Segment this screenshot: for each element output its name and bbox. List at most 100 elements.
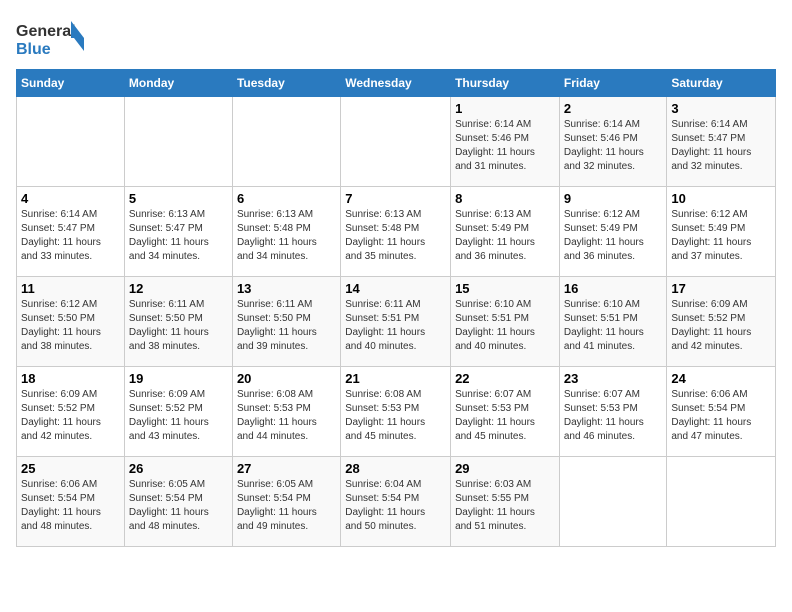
day-number: 23 xyxy=(564,371,663,386)
svg-text:General: General xyxy=(16,23,76,40)
day-number: 2 xyxy=(564,101,663,116)
calendar-cell: 21 Sunrise: 6:08 AMSunset: 5:53 PMDayligh… xyxy=(341,367,451,457)
col-header-saturday: Saturday xyxy=(667,70,776,97)
col-header-thursday: Thursday xyxy=(451,70,560,97)
day-number: 9 xyxy=(564,191,663,206)
calendar-week-3: 11Sunrise: 6:12 AMSunset: 5:50 PMDayligh… xyxy=(17,277,776,367)
calendar-cell: 4 Sunrise: 6:14 AMSunset: 5:47 PMDaylight… xyxy=(17,187,125,277)
calendar-cell xyxy=(17,97,125,187)
day-info: Sunrise: 6:14 AMSunset: 5:46 PMDaylight:… xyxy=(455,118,555,174)
calendar-cell: 13 Sunrise: 6:11 AMSunset: 5:50 PMDayligh… xyxy=(232,277,340,367)
col-header-tuesday: Tuesday xyxy=(232,70,340,97)
calendar-cell xyxy=(232,97,340,187)
day-info: Sunrise: 6:14 AMSunset: 5:47 PMDaylight:… xyxy=(21,208,120,264)
day-info: Sunrise: 6:12 AMSunset: 5:49 PMDaylight:… xyxy=(564,208,663,264)
day-info: Sunrise: 6:11 AMSunset: 5:50 PMDaylight:… xyxy=(237,298,336,354)
day-info: Sunrise: 6:09 AMSunset: 5:52 PMDaylight:… xyxy=(21,388,120,444)
day-number: 27 xyxy=(237,461,336,476)
calendar-week-1: 1 Sunrise: 6:14 AMSunset: 5:46 PMDaylight… xyxy=(17,97,776,187)
day-info: Sunrise: 6:13 AMSunset: 5:48 PMDaylight:… xyxy=(237,208,336,264)
logo-icon: GeneralBlue xyxy=(16,16,86,61)
calendar-week-2: 4 Sunrise: 6:14 AMSunset: 5:47 PMDaylight… xyxy=(17,187,776,277)
day-number: 4 xyxy=(21,191,120,206)
calendar-cell: 19 Sunrise: 6:09 AMSunset: 5:52 PMDayligh… xyxy=(124,367,232,457)
day-number: 10 xyxy=(671,191,771,206)
day-info: Sunrise: 6:11 AMSunset: 5:51 PMDaylight:… xyxy=(345,298,446,354)
day-info: Sunrise: 6:07 AMSunset: 5:53 PMDaylight:… xyxy=(564,388,663,444)
calendar-table: SundayMondayTuesdayWednesdayThursdayFrid… xyxy=(16,69,776,547)
day-number: 17 xyxy=(671,281,771,296)
calendar-cell: 23 Sunrise: 6:07 AMSunset: 5:53 PMDayligh… xyxy=(559,367,667,457)
calendar-cell: 10 Sunrise: 6:12 AMSunset: 5:49 PMDayligh… xyxy=(667,187,776,277)
calendar-cell xyxy=(124,97,232,187)
calendar-cell: 29 Sunrise: 6:03 AMSunset: 5:55 PMDayligh… xyxy=(451,457,560,547)
col-header-friday: Friday xyxy=(559,70,667,97)
day-number: 21 xyxy=(345,371,446,386)
day-info: Sunrise: 6:10 AMSunset: 5:51 PMDaylight:… xyxy=(455,298,555,354)
day-number: 5 xyxy=(129,191,228,206)
calendar-cell: 11Sunrise: 6:12 AMSunset: 5:50 PMDayligh… xyxy=(17,277,125,367)
day-info: Sunrise: 6:13 AMSunset: 5:48 PMDaylight:… xyxy=(345,208,446,264)
day-info: Sunrise: 6:05 AMSunset: 5:54 PMDaylight:… xyxy=(129,478,228,534)
day-info: Sunrise: 6:09 AMSunset: 5:52 PMDaylight:… xyxy=(129,388,228,444)
calendar-cell: 6 Sunrise: 6:13 AMSunset: 5:48 PMDaylight… xyxy=(232,187,340,277)
day-info: Sunrise: 6:03 AMSunset: 5:55 PMDaylight:… xyxy=(455,478,555,534)
calendar-cell: 12 Sunrise: 6:11 AMSunset: 5:50 PMDayligh… xyxy=(124,277,232,367)
day-info: Sunrise: 6:13 AMSunset: 5:49 PMDaylight:… xyxy=(455,208,555,264)
day-info: Sunrise: 6:14 AMSunset: 5:47 PMDaylight:… xyxy=(671,118,771,174)
calendar-cell: 8 Sunrise: 6:13 AMSunset: 5:49 PMDaylight… xyxy=(451,187,560,277)
day-info: Sunrise: 6:06 AMSunset: 5:54 PMDaylight:… xyxy=(671,388,771,444)
calendar-cell: 28 Sunrise: 6:04 AMSunset: 5:54 PMDayligh… xyxy=(341,457,451,547)
day-info: Sunrise: 6:07 AMSunset: 5:53 PMDaylight:… xyxy=(455,388,555,444)
col-header-wednesday: Wednesday xyxy=(341,70,451,97)
calendar-cell: 9 Sunrise: 6:12 AMSunset: 5:49 PMDaylight… xyxy=(559,187,667,277)
logo: GeneralBlue xyxy=(16,16,86,61)
day-info: Sunrise: 6:13 AMSunset: 5:47 PMDaylight:… xyxy=(129,208,228,264)
day-headers-row: SundayMondayTuesdayWednesdayThursdayFrid… xyxy=(17,70,776,97)
calendar-cell: 17 Sunrise: 6:09 AMSunset: 5:52 PMDayligh… xyxy=(667,277,776,367)
calendar-cell: 1 Sunrise: 6:14 AMSunset: 5:46 PMDaylight… xyxy=(451,97,560,187)
day-info: Sunrise: 6:10 AMSunset: 5:51 PMDaylight:… xyxy=(564,298,663,354)
day-number: 20 xyxy=(237,371,336,386)
calendar-cell: 27Sunrise: 6:05 AMSunset: 5:54 PMDayligh… xyxy=(232,457,340,547)
day-info: Sunrise: 6:12 AMSunset: 5:49 PMDaylight:… xyxy=(671,208,771,264)
day-info: Sunrise: 6:08 AMSunset: 5:53 PMDaylight:… xyxy=(345,388,446,444)
calendar-cell xyxy=(559,457,667,547)
day-number: 15 xyxy=(455,281,555,296)
day-info: Sunrise: 6:14 AMSunset: 5:46 PMDaylight:… xyxy=(564,118,663,174)
calendar-cell xyxy=(341,97,451,187)
day-info: Sunrise: 6:04 AMSunset: 5:54 PMDaylight:… xyxy=(345,478,446,534)
day-info: Sunrise: 6:06 AMSunset: 5:54 PMDaylight:… xyxy=(21,478,120,534)
day-number: 19 xyxy=(129,371,228,386)
calendar-cell: 5 Sunrise: 6:13 AMSunset: 5:47 PMDaylight… xyxy=(124,187,232,277)
day-number: 16 xyxy=(564,281,663,296)
day-number: 28 xyxy=(345,461,446,476)
day-number: 8 xyxy=(455,191,555,206)
calendar-cell: 22 Sunrise: 6:07 AMSunset: 5:53 PMDayligh… xyxy=(451,367,560,457)
calendar-cell: 25 Sunrise: 6:06 AMSunset: 5:54 PMDayligh… xyxy=(17,457,125,547)
calendar-cell: 20 Sunrise: 6:08 AMSunset: 5:53 PMDayligh… xyxy=(232,367,340,457)
day-number: 25 xyxy=(21,461,120,476)
calendar-week-4: 18 Sunrise: 6:09 AMSunset: 5:52 PMDayligh… xyxy=(17,367,776,457)
day-info: Sunrise: 6:08 AMSunset: 5:53 PMDaylight:… xyxy=(237,388,336,444)
calendar-week-5: 25 Sunrise: 6:06 AMSunset: 5:54 PMDayligh… xyxy=(17,457,776,547)
day-number: 18 xyxy=(21,371,120,386)
col-header-sunday: Sunday xyxy=(17,70,125,97)
day-number: 6 xyxy=(237,191,336,206)
day-info: Sunrise: 6:12 AMSunset: 5:50 PMDaylight:… xyxy=(21,298,120,354)
calendar-cell: 26Sunrise: 6:05 AMSunset: 5:54 PMDayligh… xyxy=(124,457,232,547)
calendar-cell: 18 Sunrise: 6:09 AMSunset: 5:52 PMDayligh… xyxy=(17,367,125,457)
day-number: 12 xyxy=(129,281,228,296)
calendar-cell: 2 Sunrise: 6:14 AMSunset: 5:46 PMDaylight… xyxy=(559,97,667,187)
calendar-cell: 16 Sunrise: 6:10 AMSunset: 5:51 PMDayligh… xyxy=(559,277,667,367)
day-number: 29 xyxy=(455,461,555,476)
day-number: 1 xyxy=(455,101,555,116)
day-info: Sunrise: 6:09 AMSunset: 5:52 PMDaylight:… xyxy=(671,298,771,354)
calendar-cell: 14Sunrise: 6:11 AMSunset: 5:51 PMDayligh… xyxy=(341,277,451,367)
svg-text:Blue: Blue xyxy=(16,41,51,58)
day-number: 13 xyxy=(237,281,336,296)
day-number: 24 xyxy=(671,371,771,386)
day-number: 22 xyxy=(455,371,555,386)
day-info: Sunrise: 6:11 AMSunset: 5:50 PMDaylight:… xyxy=(129,298,228,354)
calendar-cell: 7Sunrise: 6:13 AMSunset: 5:48 PMDaylight… xyxy=(341,187,451,277)
